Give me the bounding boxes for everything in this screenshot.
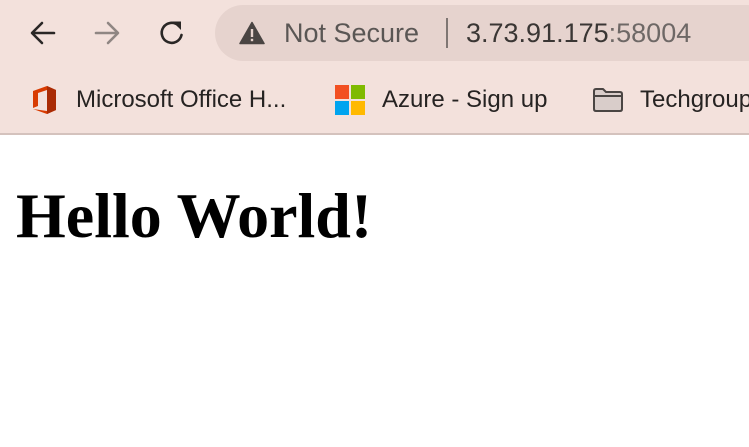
page-viewport: Hello World! — [0, 135, 749, 447]
bookmarks-bar: Microsoft Office H... Azure - Sign up Te… — [0, 66, 749, 133]
security-status-label[interactable]: Not Secure — [284, 5, 419, 61]
navigation-toolbar: Not Secure 3.73.91.175:58004 — [0, 0, 749, 66]
bookmark-azure-sign-up[interactable]: Azure - Sign up — [334, 66, 547, 133]
arrow-left-icon — [30, 21, 56, 45]
bookmark-label: Microsoft Office H... — [76, 85, 287, 113]
warning-triangle-icon[interactable] — [239, 21, 265, 45]
bookmark-folder-techgroup[interactable]: Techgroup — [592, 66, 749, 133]
back-button[interactable] — [24, 14, 62, 52]
browser-window: Not Secure 3.73.91.175:58004 Microsoft O… — [0, 0, 749, 447]
url-text[interactable]: 3.73.91.175:58004 — [466, 5, 691, 61]
address-bar[interactable]: Not Secure 3.73.91.175:58004 — [215, 5, 749, 61]
arrow-right-icon — [94, 21, 120, 45]
microsoft-office-icon — [28, 84, 60, 116]
bookmark-label: Techgroup — [640, 85, 749, 113]
reload-button[interactable] — [153, 14, 191, 52]
forward-button[interactable] — [88, 14, 126, 52]
reload-icon — [160, 21, 183, 45]
bookmark-microsoft-office[interactable]: Microsoft Office H... — [28, 66, 286, 133]
url-port: :58004 — [608, 18, 692, 48]
microsoft-logo-icon — [334, 84, 366, 116]
bookmark-label: Azure - Sign up — [382, 85, 548, 113]
folder-icon — [592, 84, 624, 116]
address-bar-divider — [446, 18, 448, 48]
page-heading: Hello World! — [16, 180, 373, 251]
browser-chrome: Not Secure 3.73.91.175:58004 Microsoft O… — [0, 0, 749, 135]
url-host: 3.73.91.175 — [466, 18, 609, 48]
